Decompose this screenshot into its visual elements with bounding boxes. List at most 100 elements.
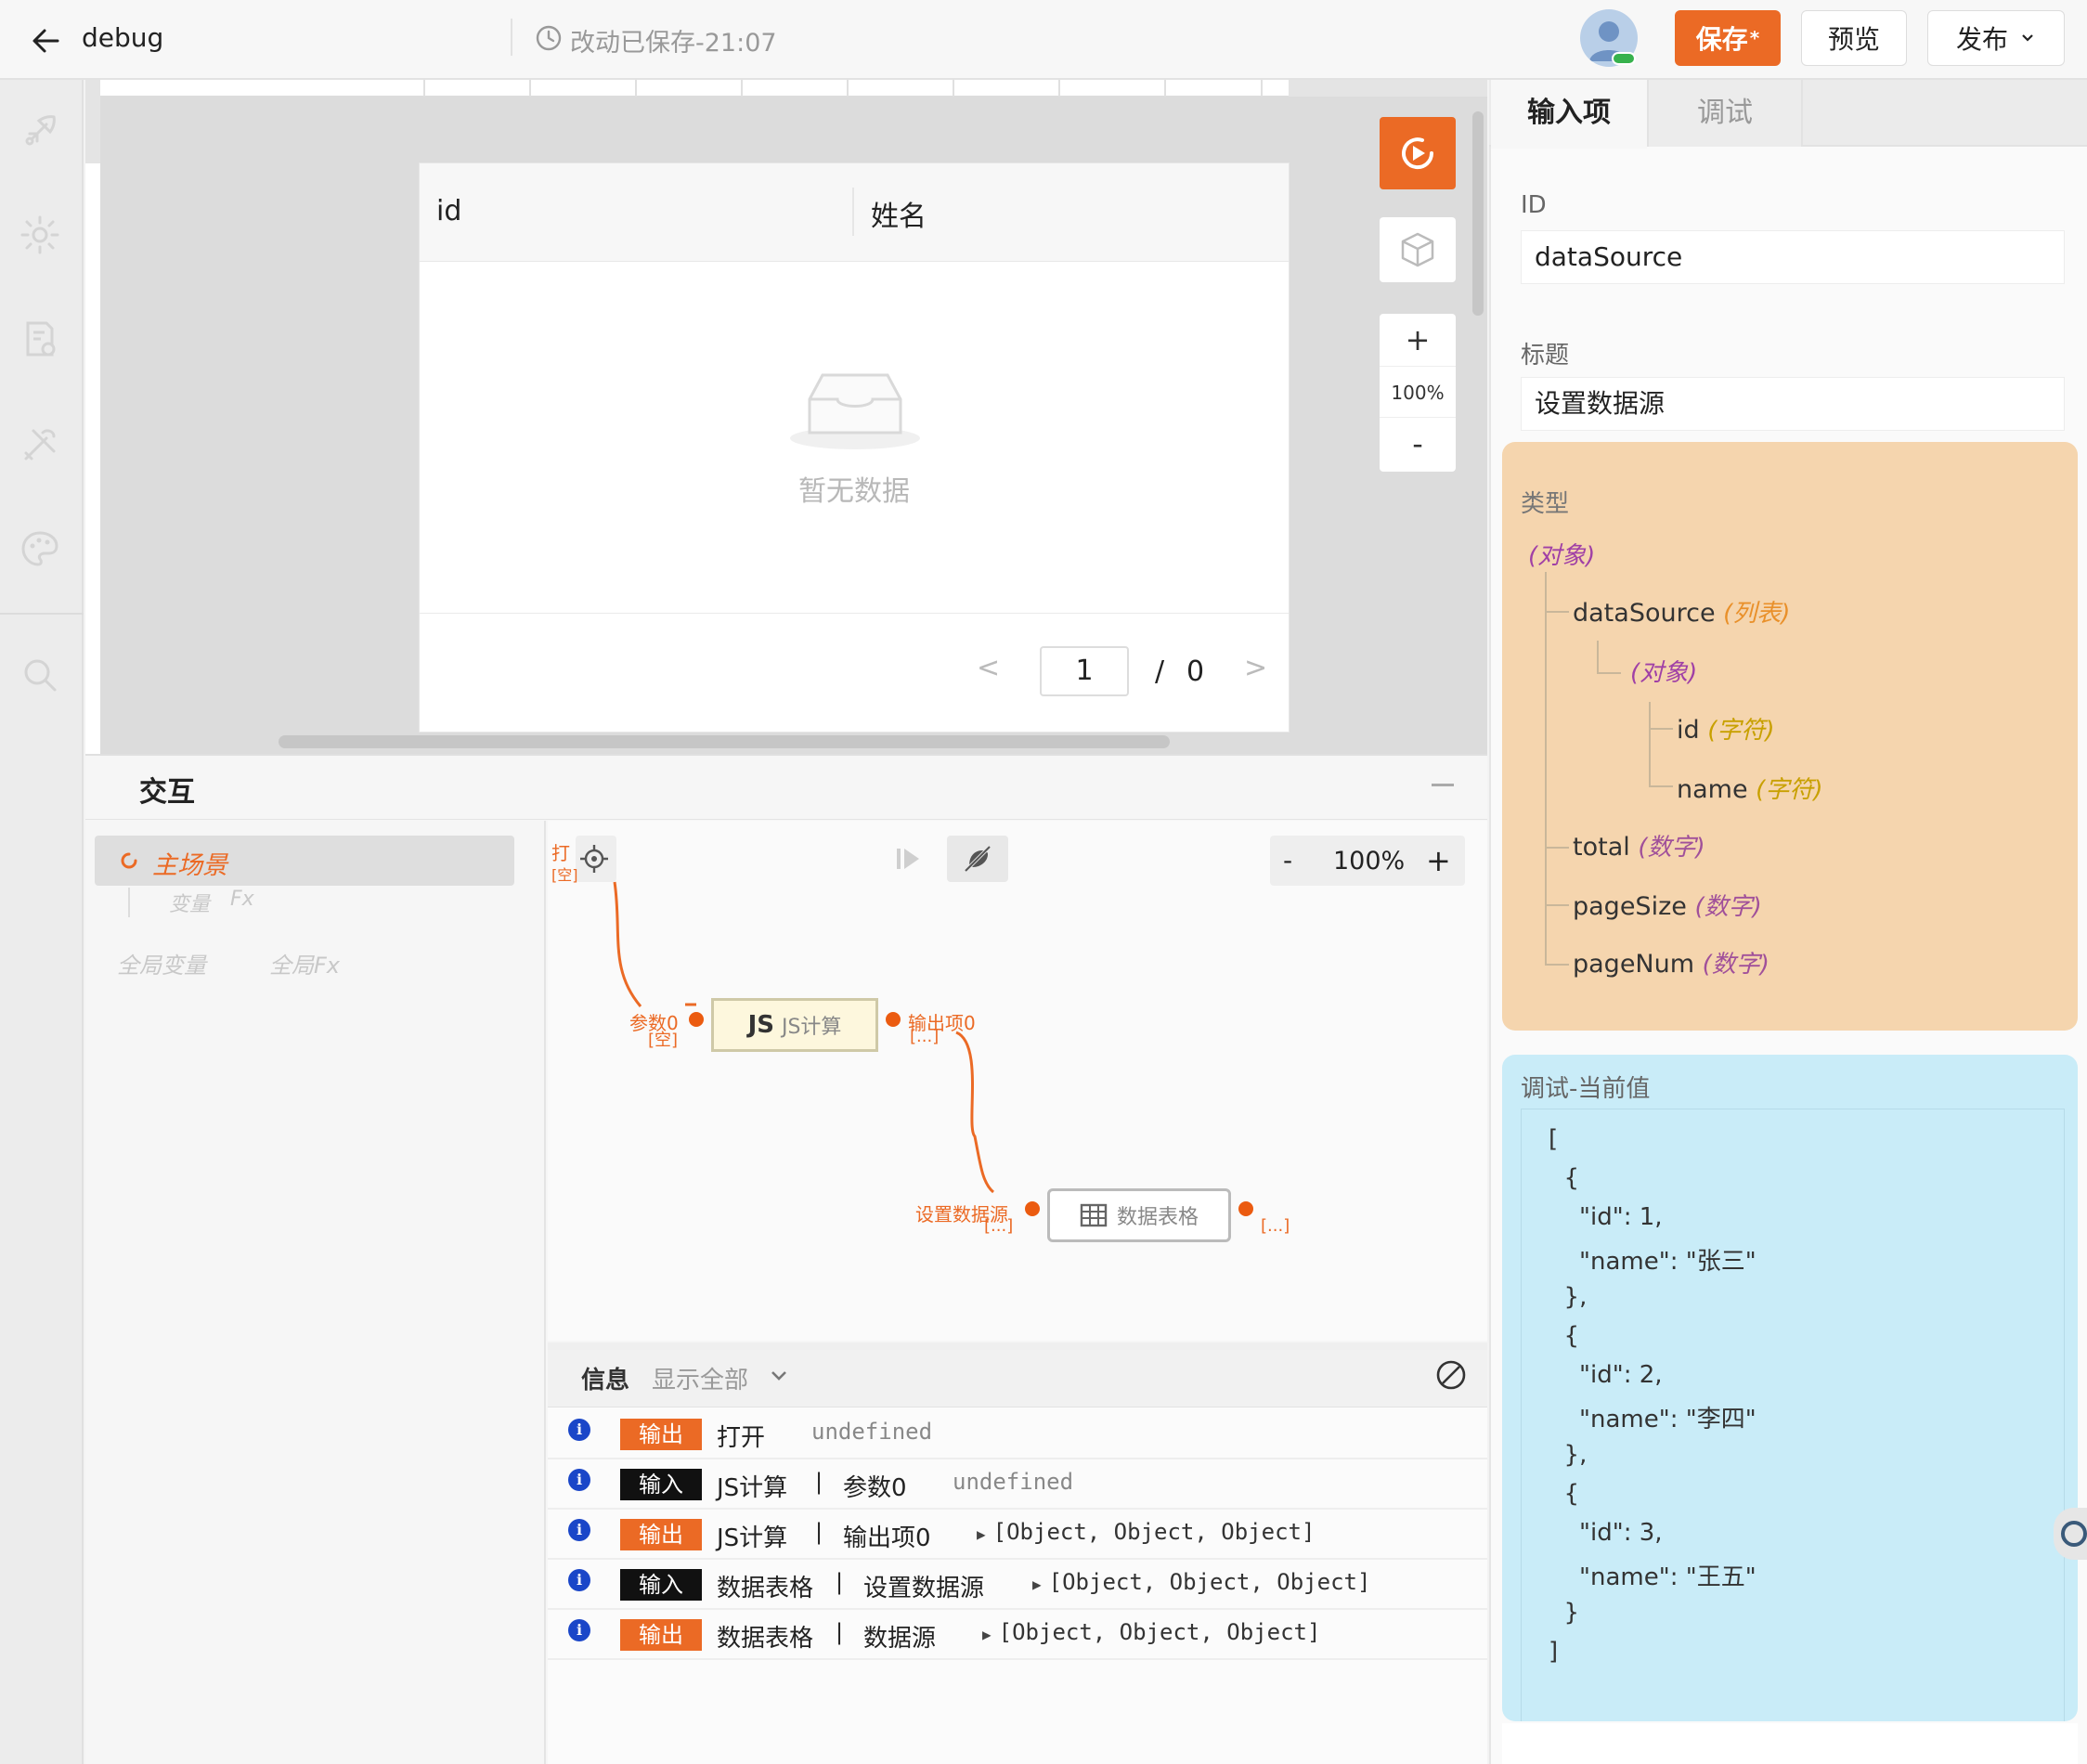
canvas-ruler <box>100 80 1289 97</box>
type-field-name: name <box>1677 775 1748 804</box>
save-button[interactable]: 保存 * <box>1675 10 1781 66</box>
locate-button[interactable] <box>576 836 616 882</box>
flow-connections <box>613 881 995 1194</box>
tree-line <box>1597 641 1599 674</box>
info-icon: i <box>568 1419 590 1441</box>
preview-button-label: 预览 <box>1827 24 1880 55</box>
js-compute-node[interactable]: JS JS计算 <box>711 998 878 1052</box>
tools-icon[interactable] <box>19 423 61 466</box>
chevron-down-icon[interactable] <box>769 1365 789 1385</box>
json-line: "id": 2, <box>1549 1361 1663 1389</box>
log-row[interactable]: i 输出 数据表格 | 数据源 ▶ [Object, Object, Object… <box>548 1610 1487 1660</box>
type-kind: (字符) <box>1756 776 1823 804</box>
publish-button[interactable]: 发布 <box>1927 10 2065 66</box>
type-node-datasource: dataSource (列表) <box>1573 594 1790 629</box>
log-value: [Object, Object, Object] <box>998 1619 1321 1645</box>
json-line: "name": "王五" <box>1549 1563 1756 1591</box>
tree-line <box>1545 572 1547 966</box>
component-library-button[interactable] <box>1380 217 1456 282</box>
tab-inputs[interactable]: 输入项 <box>1491 80 1647 149</box>
bug-off-icon <box>964 845 992 873</box>
flow-zoom-in-button[interactable]: + <box>1426 843 1451 878</box>
palette-icon[interactable] <box>19 527 61 570</box>
type-kind: (对象) <box>1528 542 1596 570</box>
type-node-pagenum: pageNum (数字) <box>1573 945 1769 979</box>
clear-log-icon[interactable] <box>1435 1359 1467 1391</box>
publish-button-label: 发布 <box>1955 24 2008 55</box>
info-log-title: 信息 <box>581 1367 630 1394</box>
js-output-port[interactable] <box>886 1012 901 1027</box>
json-line: }, <box>1549 1283 1588 1311</box>
title-field-label: 标题 <box>1521 342 1570 370</box>
save-status: 改动已保存-21:07 <box>570 29 777 58</box>
prev-page-button[interactable]: < <box>977 652 1000 684</box>
scene-variables[interactable]: 变量 <box>169 888 210 917</box>
type-node-total: total (数字) <box>1573 828 1705 863</box>
global-variables[interactable]: 全局变量 <box>117 947 206 979</box>
step-forward-icon[interactable] <box>889 837 927 880</box>
scene-fx[interactable]: Fx <box>230 888 254 911</box>
log-value-expandable[interactable]: ▶ [Object, Object, Object] <box>977 1519 1315 1545</box>
json-line: "name": "张三" <box>1549 1248 1756 1276</box>
log-value-expandable[interactable]: ▶ [Object, Object, Object] <box>1032 1569 1370 1595</box>
expand-triangle-icon[interactable]: ▶ <box>977 1525 986 1543</box>
page-number-input[interactable]: 1 <box>1040 646 1129 696</box>
log-value-expandable[interactable]: ▶ [Object, Object, Object] <box>982 1619 1320 1645</box>
table-output-port[interactable] <box>1238 1201 1253 1216</box>
side-drawer-handle[interactable] <box>2054 1508 2087 1560</box>
run-debug-button[interactable] <box>1380 117 1456 189</box>
empty-inbox-icon <box>790 373 920 449</box>
log-row[interactable]: i 输入 JS计算 | 参数0 undefined <box>548 1459 1487 1510</box>
id-field[interactable]: dataSource <box>1521 230 2065 284</box>
json-line: } <box>1549 1599 1580 1627</box>
collapse-icon[interactable] <box>1432 784 1454 786</box>
cube-icon <box>1401 232 1434 267</box>
log-row[interactable]: i 输入 数据表格 | 设置数据源 ▶ [Object, Object, Obje… <box>548 1560 1487 1610</box>
back-arrow-icon[interactable] <box>26 20 67 61</box>
tree-line <box>1545 964 1569 966</box>
title-field[interactable]: 设置数据源 <box>1521 377 2065 431</box>
interaction-title: 交互 <box>139 776 195 809</box>
data-table-component[interactable]: id 姓名 暂无数据 < 1 / 0 > <box>420 163 1289 732</box>
type-field-name: dataSource <box>1573 599 1716 628</box>
column-header-name[interactable]: 姓名 <box>871 193 927 234</box>
column-header-id[interactable]: id <box>436 195 461 227</box>
canvas-horizontal-scrollbar[interactable] <box>279 735 1170 748</box>
table-input-port[interactable] <box>1025 1201 1040 1216</box>
zoom-in-button[interactable]: + <box>1380 314 1456 366</box>
log-row[interactable]: i 输出 打开 undefined <box>548 1409 1487 1459</box>
data-table-node[interactable]: 数据表格 <box>1047 1188 1231 1242</box>
expand-triangle-icon[interactable]: ▶ <box>1032 1576 1042 1593</box>
log-filter-dropdown[interactable]: 显示全部 <box>652 1361 748 1395</box>
log-separator: | <box>836 1569 844 1595</box>
next-page-button[interactable]: > <box>1244 652 1267 684</box>
panel-footer <box>1502 1723 2078 1764</box>
log-port: 数据源 <box>863 1625 937 1653</box>
gear-icon[interactable] <box>19 214 61 256</box>
log-port: 设置数据源 <box>863 1575 985 1602</box>
tab-debug[interactable]: 调试 <box>1647 80 1803 147</box>
document-settings-icon[interactable] <box>19 318 61 360</box>
log-tag: 输入 <box>620 1469 702 1500</box>
log-row[interactable]: i 输出 JS计算 | 输出项0 ▶ [Object, Object, Objec… <box>548 1510 1487 1560</box>
zoom-out-button[interactable]: - <box>1380 418 1456 470</box>
log-component: JS计算 <box>717 1474 788 1502</box>
table-footer-divider <box>420 613 1289 614</box>
expand-triangle-icon[interactable]: ▶ <box>982 1626 992 1643</box>
rocket-icon[interactable] <box>19 110 61 152</box>
scene-label[interactable]: 主场景 <box>152 845 227 881</box>
debug-disable-button[interactable] <box>947 836 1008 882</box>
log-tag: 输出 <box>620 1419 702 1450</box>
sidebar-divider <box>0 613 84 615</box>
info-icon: i <box>568 1619 590 1641</box>
ruler-tick <box>635 80 637 97</box>
preview-button[interactable]: 预览 <box>1801 10 1907 66</box>
page-total: 0 <box>1186 655 1205 688</box>
type-root: (对象) <box>1528 537 1595 571</box>
canvas-vertical-scrollbar[interactable] <box>1472 111 1484 316</box>
flow-zoom-out-button[interactable]: - <box>1283 845 1292 876</box>
js-input-port[interactable] <box>689 1012 704 1027</box>
search-icon[interactable] <box>19 654 61 696</box>
global-fx[interactable]: 全局Fx <box>269 947 340 979</box>
debug-value-label: 调试-当前值 <box>1521 1075 1651 1103</box>
